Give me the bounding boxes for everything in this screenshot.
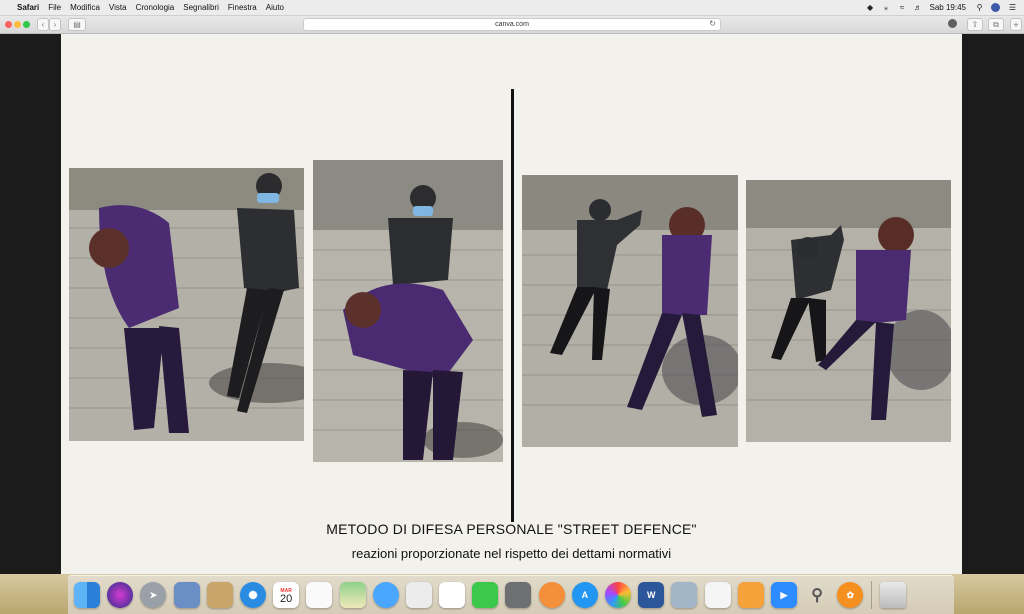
slide-subtitle: reazioni proporzionate nel rispetto dei … — [351, 546, 672, 561]
siri-icon[interactable] — [107, 582, 134, 608]
maps-icon[interactable] — [339, 582, 366, 608]
fullscreen-window-button[interactable] — [23, 21, 30, 28]
back-button[interactable]: ‹ — [37, 18, 49, 31]
menu-aiuto[interactable]: Aiuto — [266, 3, 284, 12]
menu-modifica[interactable]: Modifica — [70, 3, 100, 12]
photo-self-defence-3 — [522, 175, 738, 447]
zoom-icon[interactable]: ▶ — [770, 582, 797, 608]
address-bar-url: canva.com — [495, 21, 529, 28]
bluetooth-icon[interactable]: ⁎ — [882, 3, 891, 12]
app-store-icon[interactable]: A — [571, 582, 598, 608]
minimize-window-button[interactable] — [14, 21, 21, 28]
photos-icon[interactable] — [605, 582, 631, 608]
menu-app-name[interactable]: Safari — [17, 3, 39, 12]
trash-icon[interactable] — [879, 582, 906, 608]
photos-edit-icon[interactable] — [405, 582, 432, 608]
notes-book-icon[interactable] — [206, 582, 233, 608]
safari-toolbar: ‹ › ▤ canva.com ↻ ⇧ ⧉ + — [0, 16, 1024, 34]
slide-title: METODO DI DIFESA PERSONALE "STREET DEFEN… — [326, 521, 697, 537]
address-bar[interactable]: canva.com ↻ — [303, 18, 721, 31]
menu-file[interactable]: File — [48, 3, 61, 12]
sidebar-toggle-icon[interactable]: ▤ — [68, 18, 86, 31]
menu-cronologia[interactable]: Cronologia — [136, 3, 175, 12]
spotlight-search-icon[interactable]: ⚲ — [975, 3, 984, 12]
calendar-icon[interactable]: MAR 20 — [273, 582, 300, 608]
image-capture-icon[interactable] — [671, 582, 698, 608]
tab-overview-icon[interactable]: ⧉ — [988, 18, 1004, 31]
pinwheel-icon[interactable]: ✿ — [837, 582, 864, 608]
menu-bar: Safari File Modifica Vista Cronologia Se… — [0, 0, 1024, 16]
presentation-slide: METODO DI DIFESA PERSONALE "STREET DEFEN… — [61, 34, 962, 574]
safari-icon[interactable] — [239, 582, 266, 608]
textedit-icon[interactable] — [704, 582, 731, 608]
downloads-icon[interactable] — [948, 19, 957, 28]
slide-divider-line — [511, 89, 514, 522]
volume-icon[interactable]: ♬ — [914, 3, 923, 12]
reminders-icon[interactable] — [306, 582, 333, 608]
menubar-clock[interactable]: Sab 19:45 — [930, 3, 966, 12]
wifi-icon[interactable]: ≈ — [898, 3, 907, 12]
reload-icon[interactable]: ↻ — [709, 19, 716, 28]
new-tab-icon[interactable]: + — [1010, 18, 1022, 31]
notification-center-icon[interactable]: ☰ — [1008, 3, 1017, 12]
menu-vista[interactable]: Vista — [109, 3, 127, 12]
photo-self-defence-1 — [69, 168, 304, 441]
close-window-button[interactable] — [5, 21, 12, 28]
photo-self-defence-2 — [313, 160, 503, 462]
menu-segnalibri[interactable]: Segnalibri — [183, 3, 219, 12]
dock: ➤ MAR 20 A W ▶ ⚲ ✿ — [68, 575, 954, 614]
dropbox-icon[interactable]: ◆ — [866, 3, 875, 12]
numbers-icon[interactable] — [439, 582, 466, 608]
facetime-icon[interactable] — [472, 582, 499, 608]
pages-icon[interactable] — [737, 582, 764, 608]
photo-self-defence-4 — [746, 180, 951, 442]
preview-icon[interactable] — [173, 582, 200, 608]
books-icon[interactable] — [538, 582, 565, 608]
dock-separator — [870, 581, 872, 609]
share-icon[interactable]: ⇧ — [967, 18, 983, 31]
calendar-day: 20 — [280, 593, 293, 605]
forward-button[interactable]: › — [49, 18, 61, 31]
messages-icon[interactable] — [372, 582, 399, 608]
finder-icon[interactable] — [74, 582, 100, 608]
menu-finestra[interactable]: Finestra — [228, 3, 257, 12]
system-preferences-icon[interactable] — [505, 582, 532, 608]
keychain-icon[interactable]: ⚲ — [804, 582, 830, 608]
user-avatar[interactable] — [991, 3, 1000, 12]
launchpad-icon[interactable]: ➤ — [140, 582, 167, 608]
word-icon[interactable]: W — [638, 582, 665, 608]
canva-stage: METODO DI DIFESA PERSONALE "STREET DEFEN… — [0, 34, 1024, 574]
